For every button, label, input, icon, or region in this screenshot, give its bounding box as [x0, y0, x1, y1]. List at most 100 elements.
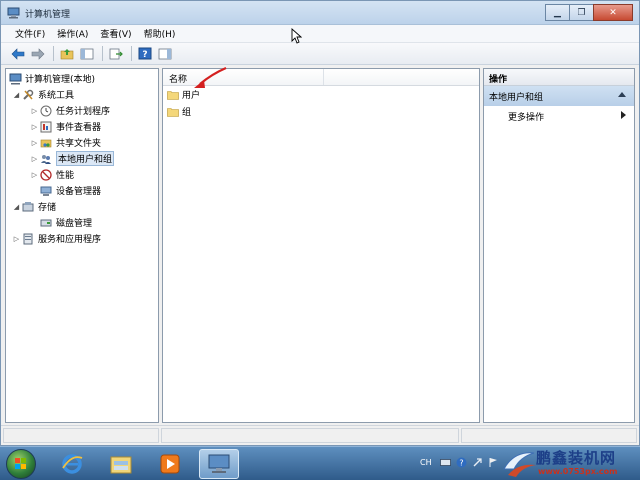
tree-label: 事件查看器 — [56, 123, 102, 133]
event-viewer-icon — [39, 120, 53, 133]
watermark-url: www.0753px.com — [538, 467, 618, 476]
disk-icon — [39, 216, 53, 229]
more-actions-label: 更多操作 — [508, 113, 545, 123]
mouse-cursor-icon — [291, 28, 302, 44]
status-cell — [3, 428, 159, 443]
tree-item-services-apps[interactable]: ▷ 服务和应用程序 — [12, 231, 101, 246]
tree-label: 存储 — [38, 203, 57, 213]
tree-item-shared-folders[interactable]: ▷ 共享文件夹 — [30, 135, 101, 150]
tree-item-root[interactable]: 计算机管理(本地) — [8, 71, 95, 86]
file-explorer-icon — [110, 456, 132, 474]
computer-management-icon — [7, 7, 20, 19]
flag-icon[interactable] — [488, 457, 499, 468]
up-folder-button[interactable] — [58, 45, 76, 62]
more-actions-item[interactable]: 更多操作 — [484, 106, 634, 124]
collapse-icon[interactable]: ◢ — [12, 91, 21, 99]
tree-label: 本地用户和组 — [56, 151, 115, 166]
storage-icon — [21, 200, 35, 213]
toolbar-separator — [102, 46, 103, 61]
taskbar-computer-management-button[interactable] — [199, 449, 239, 479]
status-cell — [461, 428, 637, 443]
computer-management-icon — [208, 454, 230, 473]
expand-icon[interactable]: ▷ — [30, 123, 39, 131]
taskbar-media-player-button[interactable] — [150, 449, 190, 479]
close-icon: ✕ — [609, 7, 617, 18]
actions-group-label: 本地用户和组 — [489, 93, 544, 103]
shortcut-icon[interactable] — [472, 457, 483, 468]
tree-label: 设备管理器 — [56, 187, 102, 197]
back-arrow-icon — [11, 47, 25, 60]
action-pane-icon — [158, 48, 172, 59]
language-indicator[interactable]: CH — [420, 458, 432, 467]
actions-group-local-users[interactable]: 本地用户和组 — [484, 86, 634, 106]
menu-file[interactable]: 文件(F) — [9, 27, 51, 40]
restore-button[interactable]: ❐ — [569, 4, 594, 21]
computer-management-icon — [8, 72, 22, 85]
taskbar-explorer-button[interactable] — [101, 449, 141, 479]
menu-help[interactable]: 帮助(H) — [138, 27, 182, 40]
status-bar — [1, 425, 639, 445]
tree-item-storage[interactable]: ◢ 存储 — [12, 199, 56, 214]
tree-label: 磁盘管理 — [56, 219, 93, 229]
menu-view[interactable]: 查看(V) — [94, 27, 137, 40]
tree-item-device-manager[interactable]: 设备管理器 — [39, 183, 101, 198]
column-header-name[interactable]: 名称 — [163, 69, 325, 85]
list-item-groups[interactable]: 组 — [163, 103, 479, 120]
taskbar-ie-button[interactable] — [52, 449, 92, 479]
tree-item-task-scheduler[interactable]: ▷ 任务计划程序 — [30, 103, 110, 118]
expand-icon[interactable]: ▷ — [30, 139, 39, 147]
column-header-empty[interactable] — [324, 69, 479, 85]
tree-label: 任务计划程序 — [56, 107, 111, 117]
help-icon[interactable]: ? — [456, 457, 467, 468]
media-player-icon — [160, 454, 180, 474]
expand-icon[interactable]: ▷ — [30, 155, 39, 163]
forward-button[interactable] — [29, 45, 47, 62]
annotation-arrow-icon — [194, 66, 227, 88]
toolbar-separator — [53, 46, 54, 61]
back-button[interactable] — [9, 45, 27, 62]
forward-arrow-icon — [31, 47, 45, 60]
menu-bar: 文件(F) 操作(A) 查看(V) 帮助(H) — [1, 25, 639, 43]
tree-item-event-viewer[interactable]: ▷ 事件查看器 — [30, 119, 101, 134]
toolbar: ? — [1, 43, 639, 65]
keyboard-icon[interactable] — [439, 457, 451, 468]
expand-icon[interactable]: ▷ — [12, 235, 21, 243]
tree-label: 共享文件夹 — [56, 139, 102, 149]
menu-action[interactable]: 操作(A) — [51, 27, 94, 40]
list-item-label: 组 — [182, 108, 192, 118]
toolbar-separator — [131, 46, 132, 61]
close-button[interactable]: ✕ — [593, 4, 633, 21]
show-hide-action-pane-button[interactable] — [156, 45, 174, 62]
details-pane: 名称 用户 组 — [162, 68, 480, 423]
expand-icon[interactable]: ▷ — [30, 107, 39, 115]
actions-pane: 操作 本地用户和组 更多操作 — [483, 68, 635, 423]
tree-item-system-tools[interactable]: ◢ 系统工具 — [12, 87, 74, 102]
svg-text:?: ? — [459, 459, 463, 468]
export-list-button[interactable] — [107, 45, 125, 62]
collapse-icon[interactable]: ◢ — [12, 203, 21, 211]
tree-item-performance[interactable]: ▷ 性能 — [30, 167, 74, 182]
collapse-triangle-icon[interactable] — [618, 92, 626, 97]
expand-icon[interactable]: ▷ — [30, 171, 39, 179]
folder-icon — [167, 107, 179, 117]
lotus-logo-icon — [503, 452, 536, 477]
users-group-icon — [39, 152, 53, 165]
watermark-title: 鹏鑫装机网 — [536, 449, 617, 467]
start-button[interactable] — [6, 449, 36, 479]
up-folder-icon — [60, 48, 74, 59]
computer-management-window: 计算机管理 ▁ ❐ ✕ 文件(F) 操作(A) 查看(V) 帮助(H) ? 计算… — [0, 0, 640, 446]
tree-label: 计算机管理(本地) — [25, 75, 96, 85]
actions-header: 操作 — [484, 69, 634, 86]
title-bar[interactable]: 计算机管理 ▁ ❐ ✕ — [1, 1, 639, 25]
status-cell — [161, 428, 459, 443]
help-button[interactable]: ? — [136, 45, 154, 62]
help-icon: ? — [138, 47, 152, 60]
console-tree-icon — [80, 48, 94, 59]
performance-icon — [39, 168, 53, 181]
window-title: 计算机管理 — [25, 10, 71, 20]
tree-item-disk-management[interactable]: 磁盘管理 — [39, 215, 92, 230]
windows-logo-icon — [15, 458, 26, 469]
show-hide-tree-button[interactable] — [78, 45, 96, 62]
minimize-button[interactable]: ▁ — [545, 4, 570, 21]
tree-item-local-users-groups[interactable]: ▷ 本地用户和组 — [30, 151, 115, 166]
